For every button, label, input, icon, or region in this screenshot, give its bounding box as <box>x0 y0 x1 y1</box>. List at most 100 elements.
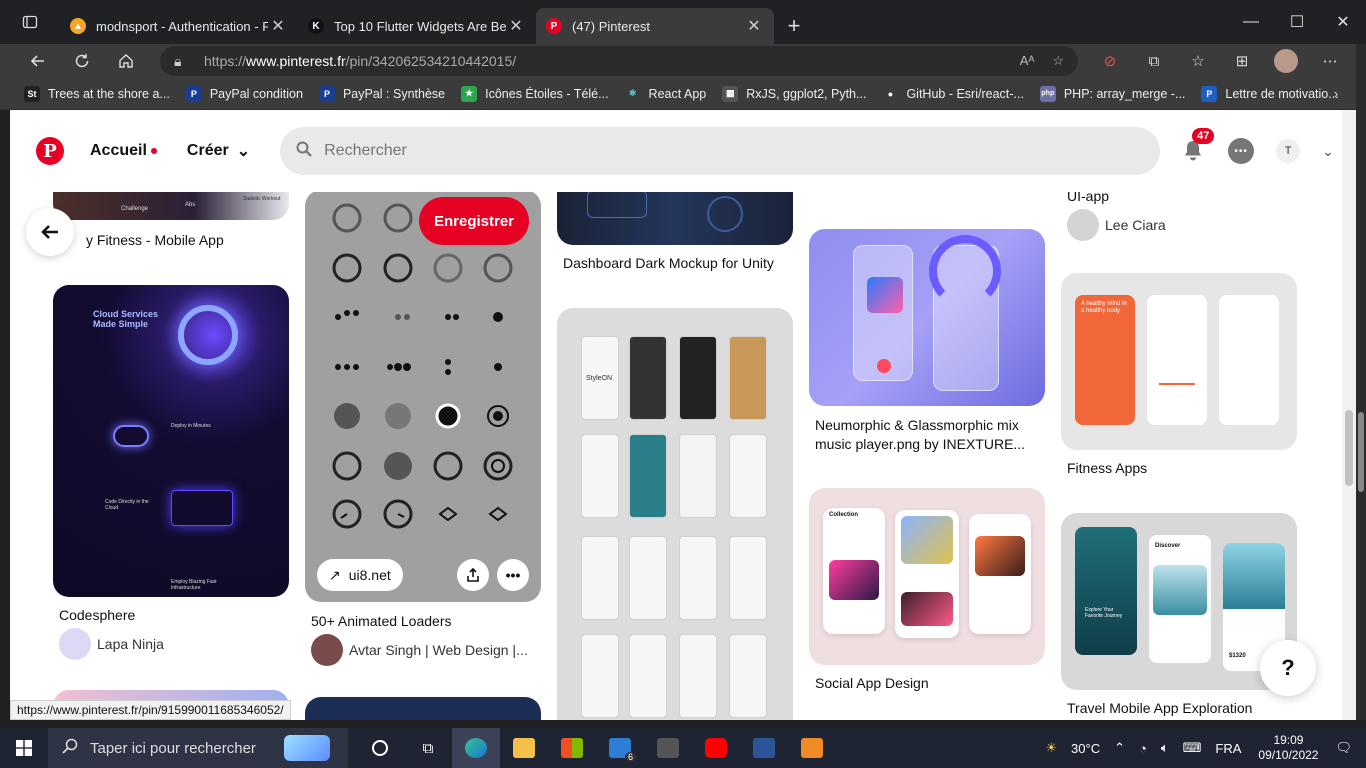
pin-animated-loaders[interactable] <box>305 190 541 602</box>
notification-badge: 47 <box>1192 128 1215 144</box>
pin-author[interactable]: Lee Ciara <box>1067 209 1166 241</box>
bookmark-item[interactable]: ⚛ React App <box>624 85 706 102</box>
photo-thumb <box>1153 565 1207 615</box>
pin-title[interactable]: Dashboard Dark Mockup for Unity <box>563 255 774 271</box>
phone-mockup <box>581 536 619 620</box>
keyboard-icon[interactable]: ⌨ <box>1183 740 1202 756</box>
read-aloud-icon[interactable]: Aᴬ <box>1020 53 1035 69</box>
create-menu[interactable]: Créer ⌄ <box>187 141 250 161</box>
edge-icon[interactable] <box>452 728 500 768</box>
tab-actions-button[interactable] <box>0 0 60 44</box>
clock[interactable]: 19:09 09/10/2022 <box>1258 733 1318 763</box>
account-chevron-icon[interactable]: ⌄ <box>1322 143 1334 160</box>
pin-author[interactable]: Avtar Singh | Web Design |... <box>311 634 528 666</box>
store-icon[interactable] <box>548 728 596 768</box>
pin-title[interactable]: Travel Mobile App Exploration <box>1067 700 1252 716</box>
pin-title[interactable]: Codesphere <box>59 607 135 623</box>
scrollbar-thumb[interactable] <box>1358 412 1364 492</box>
pin-fitness-apps[interactable]: A healthy mind in a healthy body <box>1061 273 1297 450</box>
start-button[interactable] <box>0 728 48 768</box>
youtube-icon[interactable] <box>692 728 740 768</box>
bookmark-item[interactable]: ▦ RxJS, ggplot2, Pyth... <box>722 85 866 102</box>
file-explorer-icon[interactable] <box>500 728 548 768</box>
bookmark-item[interactable]: P Lettre de motivatio... <box>1201 85 1339 102</box>
chevron-right-icon[interactable]: › <box>1334 87 1338 101</box>
minimize-button[interactable]: — <box>1228 0 1274 44</box>
media-player-icon[interactable] <box>788 728 836 768</box>
author-avatar <box>311 634 343 666</box>
back-arrow-button[interactable] <box>26 208 74 256</box>
page-scrollbar[interactable] <box>1342 110 1356 720</box>
taskbar-search[interactable]: Taper ici pour rechercher <box>48 728 348 768</box>
help-button[interactable]: ? <box>1260 640 1316 696</box>
pin-title[interactable]: y Fitness - Mobile App <box>86 232 224 248</box>
phone-mockup <box>629 536 667 620</box>
pin-social-app[interactable]: Collection <box>809 488 1045 665</box>
word-icon[interactable] <box>740 728 788 768</box>
pin-title[interactable]: 50+ Animated Loaders <box>311 613 452 629</box>
extensions-icon[interactable]: ⧉ <box>1132 44 1176 78</box>
collections-icon[interactable]: ⊞ <box>1220 44 1264 78</box>
task-view-icon[interactable]: ⧉ <box>404 728 452 768</box>
source-link[interactable]: ↗ ui8.net <box>317 559 403 591</box>
pin-title[interactable]: Neumorphic & Glassmorphic mix music play… <box>815 416 1025 454</box>
bookmark-item[interactable]: ★ Icônes Étoiles - Télé... <box>461 85 609 102</box>
app-icon[interactable] <box>644 728 692 768</box>
home-link[interactable]: Accueil <box>90 142 157 160</box>
bookmark-item[interactable]: St Trees at the shore a... <box>24 85 170 102</box>
share-button[interactable] <box>457 559 489 591</box>
more-menu-icon[interactable]: ⋯ <box>1308 44 1352 78</box>
pin-codesphere[interactable]: Cloud Services Made Simple Deploy in Min… <box>53 285 289 597</box>
pin-partial[interactable] <box>305 697 541 720</box>
new-tab-button[interactable]: + <box>774 8 814 44</box>
favorites-icon[interactable]: ☆ <box>1176 44 1220 78</box>
favorite-add-icon[interactable]: ☆ <box>1052 53 1064 69</box>
close-tab-icon[interactable]: ✕ <box>506 16 526 36</box>
weather-icon[interactable]: ☀ <box>1045 740 1057 756</box>
cortana-icon[interactable] <box>356 728 404 768</box>
pin-neumorphic-player[interactable] <box>809 229 1045 406</box>
notifications-button[interactable]: 47 <box>1180 128 1215 164</box>
close-window-button[interactable]: ✕ <box>1320 0 1366 44</box>
address-field[interactable]: 🔒︎ https://www.pinterest.fr/pin/34206253… <box>160 46 1078 76</box>
temperature[interactable]: 30°C <box>1071 741 1100 756</box>
close-tab-icon[interactable]: ✕ <box>268 16 288 36</box>
blocked-icon[interactable]: ⊘ <box>1088 44 1132 78</box>
window-scrollbar[interactable] <box>1356 44 1366 720</box>
more-options-button[interactable]: ••• <box>497 559 529 591</box>
maximize-button[interactable]: ☐ <box>1274 0 1320 44</box>
close-tab-icon[interactable]: ✕ <box>744 16 764 36</box>
chevron-up-icon[interactable]: ⌃ <box>1114 740 1125 756</box>
user-avatar[interactable]: T <box>1276 139 1301 163</box>
dashboard-graphic <box>707 196 743 232</box>
tab-flutter[interactable]: K Top 10 Flutter Widgets Are Best ✕ <box>298 8 536 44</box>
bookmark-label: GitHub - Esri/react-... <box>906 86 1024 101</box>
pinterest-logo[interactable]: P <box>36 137 64 165</box>
pin-title[interactable]: Social App Design <box>815 675 929 691</box>
bookmark-item[interactable]: P PayPal : Synthèse <box>318 85 445 102</box>
messages-icon[interactable]: ••• <box>1228 138 1255 164</box>
pin-title[interactable]: Fitness Apps <box>1067 460 1147 476</box>
bookmark-item[interactable]: php PHP: array_merge -... <box>1039 85 1185 102</box>
scrollbar-thumb[interactable] <box>1345 410 1353 486</box>
notification-center-icon[interactable]: 🗨︎ <box>1335 740 1352 756</box>
tab-pinterest[interactable]: P (47) Pinterest ✕ <box>536 8 774 44</box>
tab-modnsport[interactable]: ▲ modnsport - Authentication - Fir ✕ <box>60 8 298 44</box>
language[interactable]: FRA <box>1215 741 1241 756</box>
home-button[interactable] <box>104 44 148 78</box>
pin-author[interactable]: Lapa Ninja <box>59 628 164 660</box>
volume-icon[interactable]: 🔈︎ <box>1161 740 1169 756</box>
profile-avatar[interactable] <box>1274 49 1298 73</box>
network-icon[interactable]: ◔ <box>1139 741 1147 756</box>
bookmark-item[interactable]: ● GitHub - Esri/react-... <box>882 85 1024 102</box>
refresh-button[interactable] <box>60 44 104 78</box>
code-box-graphic <box>171 490 233 526</box>
pin-styleon-app[interactable]: StyleON <box>557 308 793 720</box>
search-input[interactable]: Rechercher <box>280 127 1161 175</box>
mail-icon[interactable]: 6 <box>596 728 644 768</box>
refresh-icon <box>75 54 89 68</box>
album-art <box>867 277 903 313</box>
save-button[interactable]: Enregistrer <box>419 197 529 245</box>
bookmark-item[interactable]: P PayPal condition <box>185 85 303 102</box>
back-button[interactable] <box>16 44 60 78</box>
